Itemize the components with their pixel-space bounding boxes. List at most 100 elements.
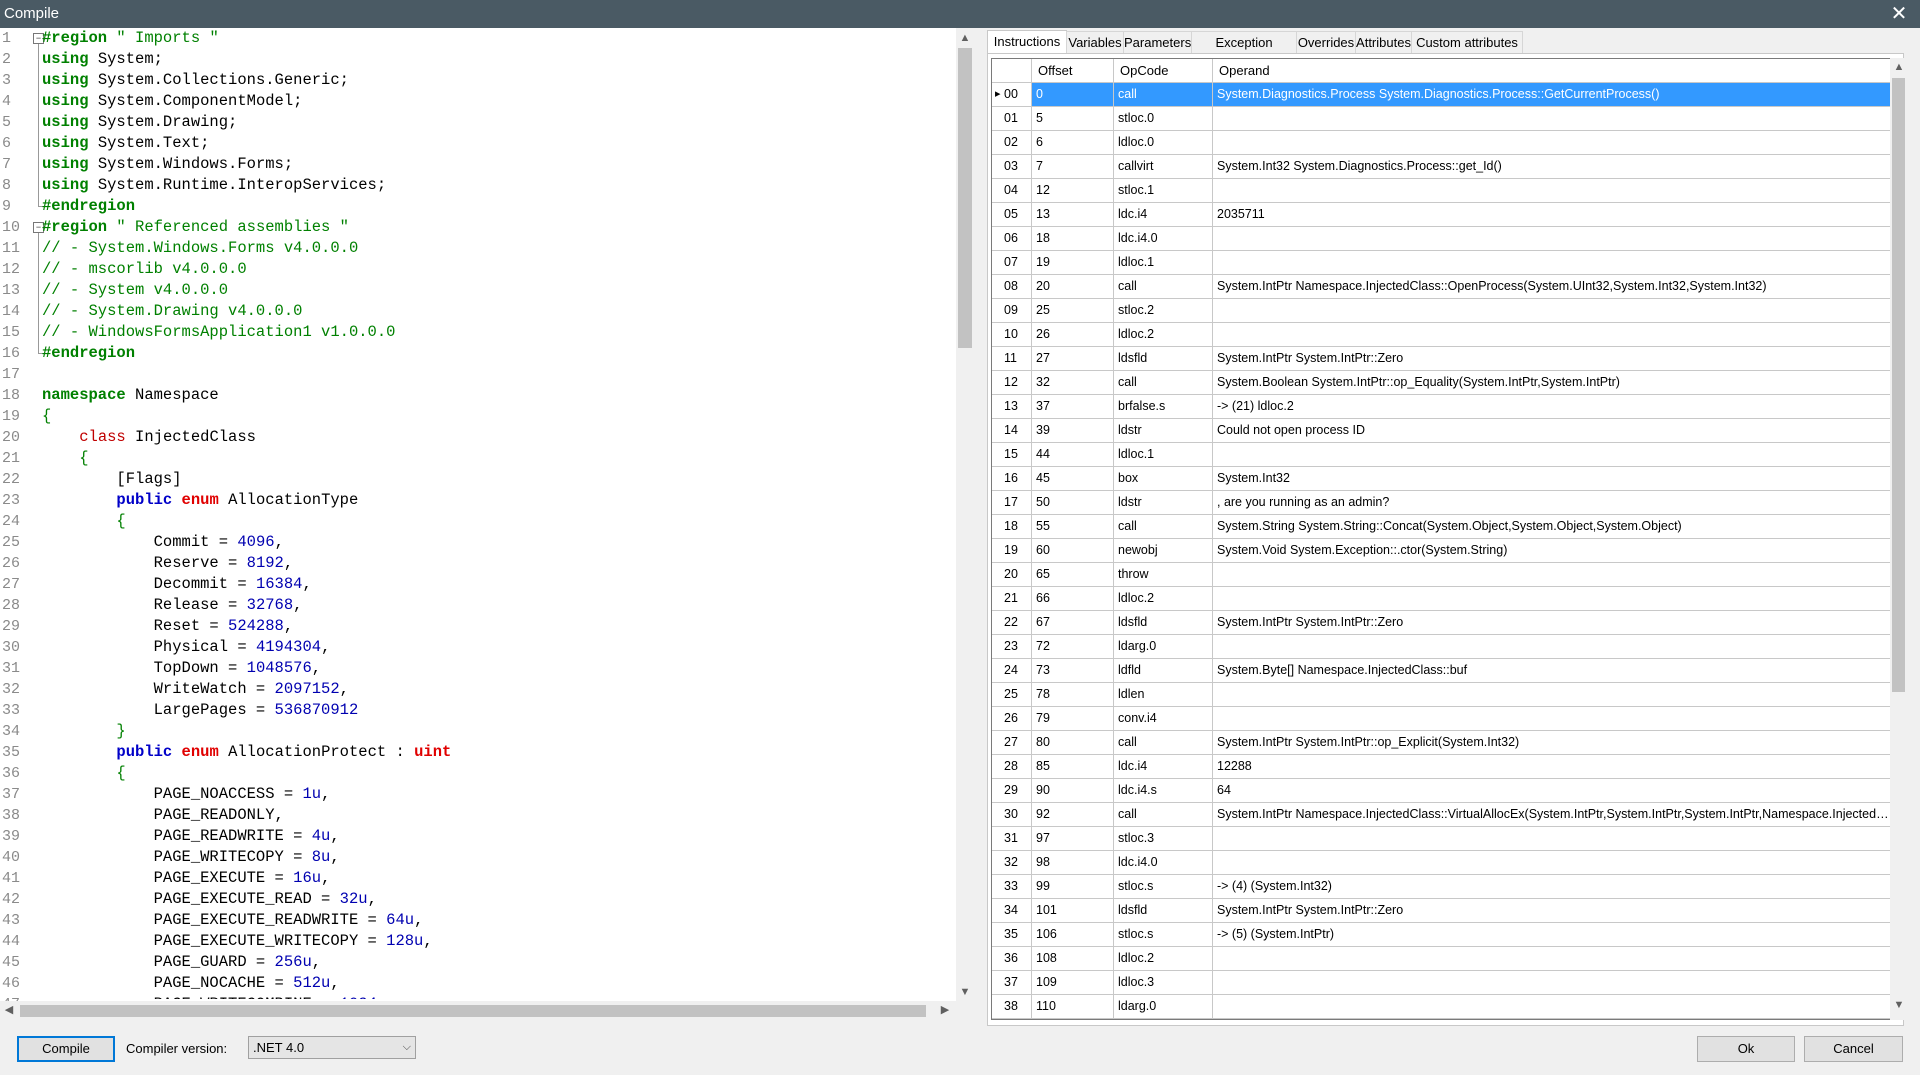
cell-operand[interactable]: System.IntPtr Namespace.InjectedClass::V… (1213, 803, 1892, 827)
cell-offset[interactable]: 50 (1032, 491, 1114, 515)
cell-opcode[interactable]: ldstr (1114, 491, 1213, 515)
scroll-down-arrow-icon[interactable]: ▼ (956, 986, 974, 998)
compiler-version-select[interactable]: .NET 4.0 ⌵ (248, 1036, 416, 1059)
cell-operand[interactable]: -> (4) (System.Int32) (1213, 875, 1892, 899)
row-header-index[interactable]: 28 (992, 755, 1032, 779)
cell-opcode[interactable]: ldc.i4 (1114, 203, 1213, 227)
cell-opcode[interactable]: call (1114, 515, 1213, 539)
cell-operand[interactable] (1213, 827, 1892, 851)
cell-opcode[interactable]: ldfld (1114, 659, 1213, 683)
cell-offset[interactable]: 55 (1032, 515, 1114, 539)
cell-operand[interactable] (1213, 107, 1892, 131)
cell-opcode[interactable]: call (1114, 83, 1213, 107)
cell-operand[interactable]: System.Int32 (1213, 467, 1892, 491)
cell-offset[interactable]: 19 (1032, 251, 1114, 275)
cell-opcode[interactable]: call (1114, 275, 1213, 299)
cell-offset[interactable]: 37 (1032, 395, 1114, 419)
cell-offset[interactable]: 25 (1032, 299, 1114, 323)
cell-operand[interactable] (1213, 299, 1892, 323)
row-header-index[interactable]: 29 (992, 779, 1032, 803)
row-header-index[interactable]: 24 (992, 659, 1032, 683)
table-row[interactable]: 15 44 ldloc.1 (992, 443, 1892, 467)
cell-opcode[interactable]: ldc.i4.0 (1114, 851, 1213, 875)
cell-operand[interactable] (1213, 995, 1892, 1019)
cell-opcode[interactable]: stloc.1 (1114, 179, 1213, 203)
cancel-button[interactable]: Cancel (1804, 1036, 1903, 1062)
cell-opcode[interactable]: callvirt (1114, 155, 1213, 179)
cell-offset[interactable]: 92 (1032, 803, 1114, 827)
row-header-index[interactable]: 17 (992, 491, 1032, 515)
cell-operand[interactable]: System.Diagnostics.Process System.Diagno… (1213, 83, 1892, 107)
cell-offset[interactable]: 108 (1032, 947, 1114, 971)
row-header-index[interactable]: 11 (992, 347, 1032, 371)
cell-offset[interactable]: 67 (1032, 611, 1114, 635)
cell-offset[interactable]: 0 (1032, 83, 1114, 107)
table-row[interactable]: 11 27 ldsfld System.IntPtr System.IntPtr::Z… (992, 347, 1892, 371)
cell-offset[interactable]: 27 (1032, 347, 1114, 371)
cell-operand[interactable] (1213, 707, 1892, 731)
row-header-index[interactable]: 21 (992, 587, 1032, 611)
table-row[interactable]: 02 6 ldloc.0 (992, 131, 1892, 155)
cell-offset[interactable]: 78 (1032, 683, 1114, 707)
cell-operand[interactable] (1213, 131, 1892, 155)
cell-operand[interactable] (1213, 683, 1892, 707)
table-row[interactable]: 38 110 ldarg.0 (992, 995, 1892, 1019)
cell-offset[interactable]: 6 (1032, 131, 1114, 155)
cell-opcode[interactable]: ldloc.2 (1114, 323, 1213, 347)
row-header-index[interactable]: 37 (992, 971, 1032, 995)
cell-operand[interactable] (1213, 179, 1892, 203)
table-row[interactable]: 13 37 brfalse.s -> (21) ldloc.2 (992, 395, 1892, 419)
cell-opcode[interactable]: ldc.i4.0 (1114, 227, 1213, 251)
table-row[interactable]: 12 32 call System.Boolean System.IntPtr::op… (992, 371, 1892, 395)
scroll-up-arrow-icon[interactable]: ▲ (956, 32, 974, 44)
cell-opcode[interactable]: ldloc.1 (1114, 443, 1213, 467)
table-row[interactable]: 01 5 stloc.0 (992, 107, 1892, 131)
cell-opcode[interactable]: ldsfld (1114, 899, 1213, 923)
cell-offset[interactable]: 60 (1032, 539, 1114, 563)
cell-offset[interactable]: 110 (1032, 995, 1114, 1019)
cell-offset[interactable]: 44 (1032, 443, 1114, 467)
cell-opcode[interactable]: ldloc.2 (1114, 947, 1213, 971)
cell-operand[interactable] (1213, 947, 1892, 971)
table-row[interactable]: 06 18 ldc.i4.0 (992, 227, 1892, 251)
table-row[interactable]: 16 45 box System.Int32 (992, 467, 1892, 491)
cell-operand[interactable]: System.IntPtr Namespace.InjectedClass::O… (1213, 275, 1892, 299)
row-header-index[interactable]: 26 (992, 707, 1032, 731)
table-row[interactable]: 22 67 ldsfld System.IntPtr System.IntPtr::Z… (992, 611, 1892, 635)
cell-opcode[interactable]: ldc.i4 (1114, 755, 1213, 779)
table-row[interactable]: 21 66 ldloc.2 (992, 587, 1892, 611)
row-header-index[interactable]: 32 (992, 851, 1032, 875)
cell-opcode[interactable]: stloc.s (1114, 875, 1213, 899)
close-icon[interactable]: ✕ (1878, 0, 1920, 28)
cell-operand[interactable]: Could not open process ID (1213, 419, 1892, 443)
cell-opcode[interactable]: ldsfld (1114, 611, 1213, 635)
table-row[interactable]: 32 98 ldc.i4.0 (992, 851, 1892, 875)
row-header-index[interactable]: 16 (992, 467, 1032, 491)
cell-offset[interactable]: 66 (1032, 587, 1114, 611)
cell-operand[interactable]: , are you running as an admin? (1213, 491, 1892, 515)
cell-offset[interactable]: 109 (1032, 971, 1114, 995)
row-header-index[interactable]: 35 (992, 923, 1032, 947)
cell-offset[interactable]: 20 (1032, 275, 1114, 299)
table-row[interactable]: 26 79 conv.i4 (992, 707, 1892, 731)
table-row[interactable]: 19 60 newobj System.Void System.Exception::… (992, 539, 1892, 563)
column-header-offset[interactable]: Offset (1032, 59, 1114, 82)
cell-operand[interactable]: System.IntPtr System.IntPtr::op_Explicit… (1213, 731, 1892, 755)
cell-offset[interactable]: 97 (1032, 827, 1114, 851)
cell-operand[interactable] (1213, 851, 1892, 875)
row-header-index[interactable]: 10 (992, 323, 1032, 347)
cell-opcode[interactable]: call (1114, 371, 1213, 395)
cell-opcode[interactable]: stloc.0 (1114, 107, 1213, 131)
cell-opcode[interactable]: stloc.2 (1114, 299, 1213, 323)
row-header-index[interactable]: 19 (992, 539, 1032, 563)
cell-offset[interactable]: 79 (1032, 707, 1114, 731)
tab-custom-attributes[interactable]: Custom attributes (1411, 31, 1523, 53)
cell-operand[interactable]: System.IntPtr System.IntPtr::Zero (1213, 611, 1892, 635)
cell-operand[interactable]: System.IntPtr System.IntPtr::Zero (1213, 347, 1892, 371)
cell-operand[interactable] (1213, 227, 1892, 251)
row-header-index[interactable]: 27 (992, 731, 1032, 755)
cell-offset[interactable]: 65 (1032, 563, 1114, 587)
tab-overrides[interactable]: Overrides (1296, 31, 1356, 53)
row-header-index[interactable]: 23 (992, 635, 1032, 659)
code-vertical-scroll-thumb[interactable] (958, 48, 972, 348)
